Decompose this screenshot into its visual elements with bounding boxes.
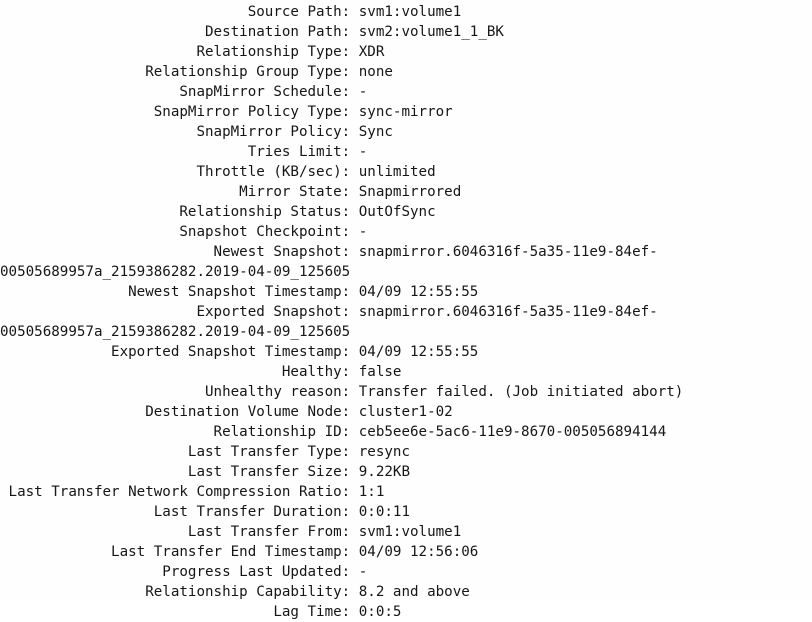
detail-row-label: Last Transfer Type: [0, 444, 359, 460]
detail-row-value: svm1:volume1 [358, 4, 462, 20]
detail-row: Unhealthy reason: Transfer failed. (Job … [0, 382, 812, 402]
detail-row: Last Transfer From: svm1:volume1 [0, 522, 812, 542]
detail-row-label: Relationship Group Type: [0, 64, 359, 80]
detail-row-value: 04/09 12:55:55 [358, 284, 479, 300]
detail-row-label: Relationship Capability: [0, 584, 359, 600]
snapmirror-show-output: Source Path: svm1:volume1 Destination Pa… [0, 2, 812, 622]
detail-row: SnapMirror Policy: Sync [0, 122, 812, 142]
detail-row: Last Transfer Type: resync [0, 442, 812, 462]
detail-row-value: 8.2 and above [358, 584, 470, 600]
detail-row: SnapMirror Schedule: - [0, 82, 812, 102]
detail-row: Source Path: svm1:volume1 [0, 2, 812, 22]
detail-row: SnapMirror Policy Type: sync-mirror [0, 102, 812, 122]
terminal-window: Source Path: svm1:volume1 Destination Pa… [0, 0, 812, 620]
detail-row-label: Relationship Status: [0, 204, 359, 220]
detail-row-value: 1:1 [358, 484, 385, 500]
detail-row-label: Last Transfer Duration: [0, 504, 359, 520]
detail-row-label: Throttle (KB/sec): [0, 164, 359, 180]
detail-row-value-continuation: 00505689957a_2159386282.2019-04-09_12560… [0, 264, 351, 280]
detail-row: Last Transfer End Timestamp: 04/09 12:56… [0, 542, 812, 562]
detail-row: Destination Volume Node: cluster1-02 [0, 402, 812, 422]
detail-row: Last Transfer Network Compression Ratio:… [0, 482, 812, 502]
detail-row-label: SnapMirror Policy: [0, 124, 359, 140]
detail-row-value: Sync [358, 124, 393, 140]
detail-row-label: Exported Snapshot: [0, 304, 359, 320]
detail-row-value-continuation: 00505689957a_2159386282.2019-04-09_12560… [0, 324, 351, 340]
detail-row: Progress Last Updated: - [0, 562, 812, 582]
detail-row: Last Transfer Size: 9.22KB [0, 462, 812, 482]
detail-row-value: - [358, 224, 368, 240]
detail-row-label: Tries Limit: [0, 144, 359, 160]
detail-row: Exported Snapshot: snapmirror.6046316f-5… [0, 302, 812, 322]
detail-row: Newest Snapshot Timestamp: 04/09 12:55:5… [0, 282, 812, 302]
detail-row-value: - [358, 564, 368, 580]
detail-row-value: sync-mirror [358, 104, 453, 120]
detail-row-label: Unhealthy reason: [0, 384, 359, 400]
detail-row-label: Relationship ID: [0, 424, 359, 440]
detail-row: Healthy: false [0, 362, 812, 382]
detail-row-label: Exported Snapshot Timestamp: [0, 344, 359, 360]
detail-row-label: Last Transfer Size: [0, 464, 359, 480]
detail-row-value: resync [358, 444, 410, 460]
detail-row-value: ceb5ee6e-5ac6-11e9-8670-005056894144 [358, 424, 667, 440]
detail-row-label: Last Transfer End Timestamp: [0, 544, 359, 560]
detail-row-label: Mirror State: [0, 184, 359, 200]
detail-row: Relationship Group Type: none [0, 62, 812, 82]
detail-row-label: Relationship Type: [0, 44, 359, 60]
detail-row-value: 04/09 12:55:55 [358, 344, 479, 360]
detail-row-value: none [358, 64, 393, 80]
detail-row: Snapshot Checkpoint: - [0, 222, 812, 242]
detail-row: Relationship ID: ceb5ee6e-5ac6-11e9-8670… [0, 422, 812, 442]
detail-row-label: Source Path: [0, 4, 359, 20]
detail-row-value: cluster1-02 [358, 404, 453, 420]
detail-row-label: Destination Path: [0, 24, 359, 40]
detail-row: Relationship Status: OutOfSync [0, 202, 812, 222]
detail-row-label: Lag Time: [0, 604, 359, 620]
detail-row-value: Snapmirrored [358, 184, 462, 200]
detail-row-value: snapmirror.6046316f-5a35-11e9-84ef- [358, 244, 658, 260]
detail-row: Mirror State: Snapmirrored [0, 182, 812, 202]
detail-row-label: Snapshot Checkpoint: [0, 224, 359, 240]
detail-row-value: 9.22KB [358, 464, 410, 480]
detail-row-label: Newest Snapshot: [0, 244, 359, 260]
detail-row: Relationship Type: XDR [0, 42, 812, 62]
detail-row-value: 04/09 12:56:06 [358, 544, 479, 560]
detail-row-label: Last Transfer Network Compression Ratio: [0, 484, 359, 500]
detail-row-value: Transfer failed. (Job initiated abort) [358, 384, 684, 400]
detail-row-value: svm2:volume1_1_BK [358, 24, 504, 40]
detail-row-label: Newest Snapshot Timestamp: [0, 284, 359, 300]
detail-row-label: SnapMirror Schedule: [0, 84, 359, 100]
detail-row-label: Destination Volume Node: [0, 404, 359, 420]
detail-row-value: svm1:volume1 [358, 524, 462, 540]
detail-row-value: 0:0:5 [358, 604, 402, 620]
detail-row-value: - [358, 84, 368, 100]
detail-row: Throttle (KB/sec): unlimited [0, 162, 812, 182]
detail-row-value: false [358, 364, 402, 380]
detail-row-label: Progress Last Updated: [0, 564, 359, 580]
detail-row-label: Last Transfer From: [0, 524, 359, 540]
detail-row: Lag Time: 0:0:5 [0, 602, 812, 622]
detail-row-value: - [358, 144, 368, 160]
detail-row-value: 0:0:11 [358, 504, 410, 520]
detail-row: Tries Limit: - [0, 142, 812, 162]
detail-row: Last Transfer Duration: 0:0:11 [0, 502, 812, 522]
detail-row: Relationship Capability: 8.2 and above [0, 582, 812, 602]
detail-row-value: unlimited [358, 164, 436, 180]
detail-row-value: XDR [358, 44, 385, 60]
detail-row: Destination Path: svm2:volume1_1_BK [0, 22, 812, 42]
detail-row: Newest Snapshot: snapmirror.6046316f-5a3… [0, 242, 812, 262]
detail-row-value: OutOfSync [358, 204, 436, 220]
detail-row-value: snapmirror.6046316f-5a35-11e9-84ef- [358, 304, 658, 320]
detail-row-label: SnapMirror Policy Type: [0, 104, 359, 120]
detail-row-label: Healthy: [0, 364, 359, 380]
detail-row: Exported Snapshot Timestamp: 04/09 12:55… [0, 342, 812, 362]
